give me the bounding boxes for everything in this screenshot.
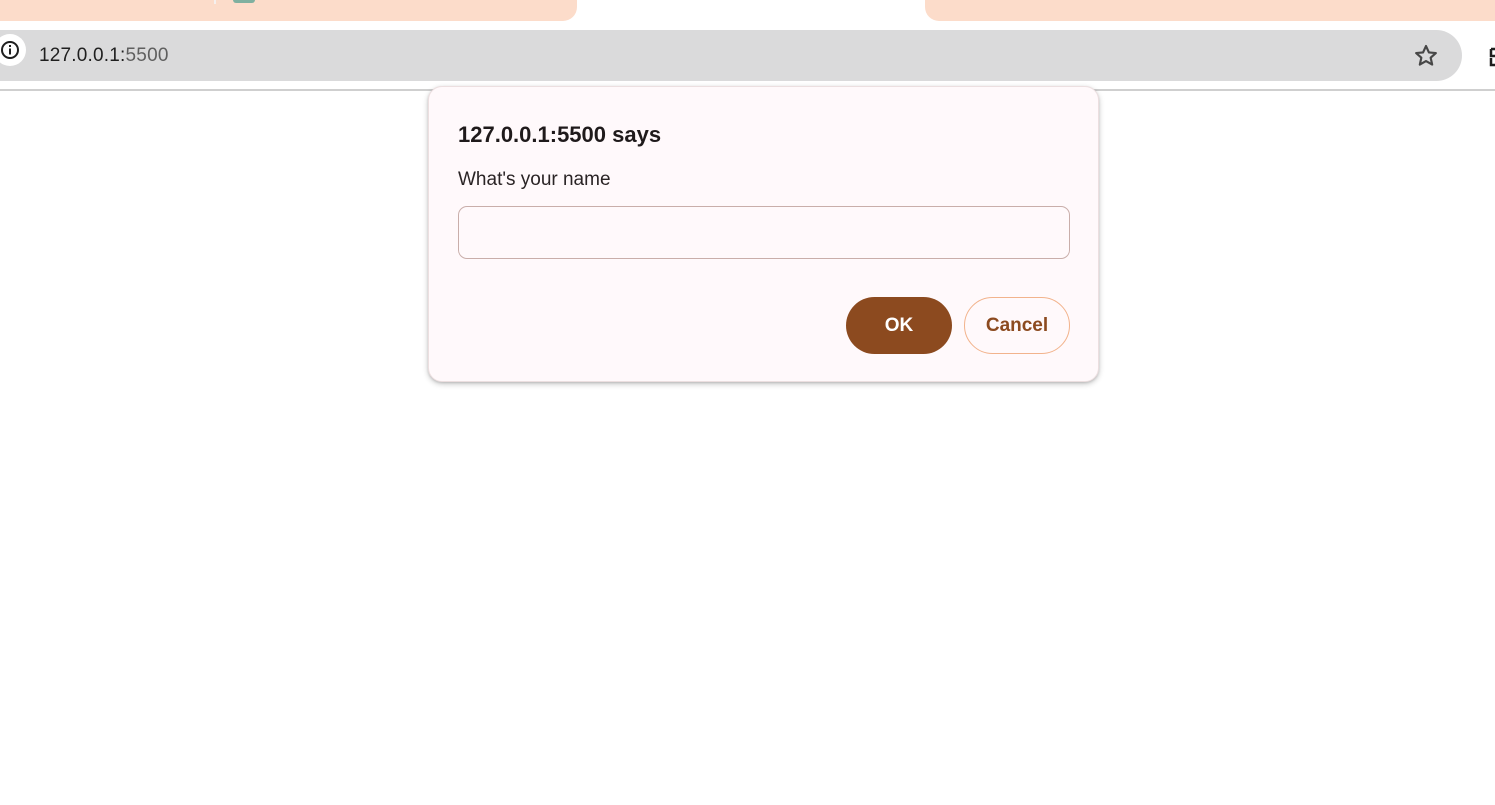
tab-strip (0, 0, 1495, 22)
tab-left[interactable] (0, 0, 577, 21)
cancel-button[interactable]: Cancel (964, 297, 1070, 354)
address-bar[interactable] (0, 30, 1462, 81)
star-icon[interactable] (1410, 40, 1442, 72)
dialog-title: 127.0.0.1:5500 says (458, 122, 662, 147)
url-host: 127.0.0.1: (39, 45, 126, 66)
tab-favicon-icon (233, 0, 255, 3)
url-port: 5500 (125, 45, 169, 66)
browser-toolbar: 127.0.0.1:5500 (0, 22, 1495, 91)
dialog-message: What's your name (458, 169, 611, 190)
ok-button[interactable]: OK (846, 297, 952, 354)
extensions-icon[interactable] (1487, 46, 1495, 68)
prompt-dialog: 127.0.0.1:5500 says What's your name OK … (428, 86, 1099, 382)
tab-separator (214, 0, 216, 4)
name-input[interactable] (458, 206, 1070, 259)
address-url[interactable]: 127.0.0.1:5500 (39, 45, 169, 67)
tab-right[interactable] (925, 0, 1495, 21)
